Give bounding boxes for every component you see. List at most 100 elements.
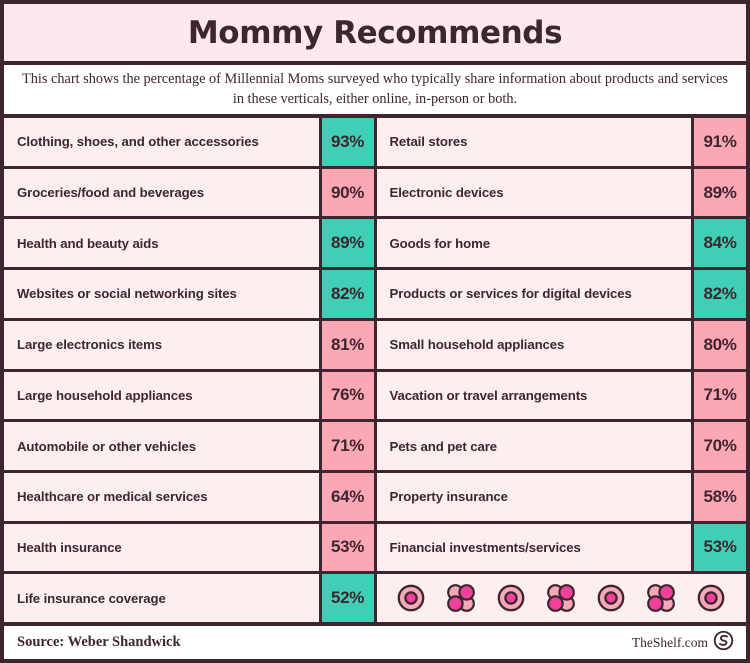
- vertical-label-cell: Life insurance coverage: [4, 574, 319, 623]
- vertical-label-cell: Pets and pet care: [376, 422, 691, 470]
- vertical-label: Products or services for digital devices: [389, 286, 632, 302]
- percentage-badge: 89%: [694, 168, 746, 217]
- vertical-label: Automobile or other vehicles: [17, 438, 196, 454]
- page-title: Mommy Recommends: [187, 14, 563, 51]
- brand-label: TheShelf.com: [631, 634, 708, 650]
- vertical-label: Groceries/food and beverages: [17, 185, 205, 201]
- vertical-label: Large electronics items: [17, 337, 163, 353]
- percentage-value: 53%: [330, 537, 365, 557]
- vertical-label-cell: Automobile or other vehicles: [4, 422, 319, 470]
- flower-icon: [646, 583, 676, 613]
- data-grid: Clothing, shoes, and other accessories 93…: [4, 118, 746, 623]
- vertical-label: Clothing, shoes, and other accessories: [17, 134, 259, 150]
- vertical-label: Websites or social networking sites: [17, 286, 237, 302]
- grid-half-right: [376, 574, 746, 623]
- grid-half-right: Property insurance 58%: [376, 472, 746, 521]
- circle-icon: [396, 583, 426, 613]
- grid-half-left: Clothing, shoes, and other accessories 93…: [4, 118, 374, 166]
- flower-icon: [446, 583, 476, 613]
- percentage-badge: 52%: [321, 574, 374, 623]
- table-row: Large electronics items 81% Small househol…: [4, 320, 746, 369]
- grid-half-right: Small household appliances 80%: [376, 320, 746, 369]
- percentage-value: 90%: [330, 182, 365, 202]
- percentage-badge: 82%: [694, 270, 746, 318]
- vertical-label-cell: Large household appliances: [4, 371, 319, 420]
- vertical-label: Life insurance coverage: [17, 590, 166, 606]
- percentage-badge: 89%: [321, 219, 374, 268]
- vertical-label-cell: Health insurance: [4, 523, 319, 572]
- grid-half-left: Large electronics items 81%: [4, 320, 374, 369]
- percentage-badge: 70%: [694, 422, 746, 470]
- percentage-badge: 58%: [694, 472, 746, 521]
- vertical-label: Health and beauty aids: [17, 235, 159, 251]
- vertical-label-cell: Clothing, shoes, and other accessories: [4, 118, 319, 166]
- table-row: Websites or social networking sites 82% Pr…: [4, 270, 746, 318]
- vertical-label-cell: Retail stores: [376, 118, 691, 166]
- vertical-label-cell: Groceries/food and beverages: [4, 168, 319, 217]
- table-row: Health and beauty aids 89% Goods for home 8…: [4, 219, 746, 268]
- vertical-label-cell: Goods for home: [376, 219, 691, 268]
- grid-half-right: Vacation or travel arrangements 71%: [376, 371, 746, 420]
- percentage-value: 93%: [330, 131, 365, 151]
- vertical-label-cell: Small household appliances: [376, 320, 691, 369]
- source-label: Source: Weber Shandwick: [17, 634, 181, 650]
- table-row: Large household appliances 76% Vacation or…: [4, 371, 746, 420]
- percentage-badge: 71%: [321, 422, 374, 470]
- vertical-label-cell: Large electronics items: [4, 320, 319, 369]
- percentage-badge: 71%: [694, 371, 746, 420]
- grid-half-left: Health insurance 53%: [4, 523, 374, 572]
- table-row: Clothing, shoes, and other accessories 93…: [4, 118, 746, 166]
- percentage-value: 70%: [703, 436, 737, 456]
- circle-icon: [496, 583, 526, 613]
- vertical-label: Electronic devices: [389, 185, 504, 201]
- table-row: Health insurance 53% Financial investments…: [4, 523, 746, 572]
- grid-half-left: Automobile or other vehicles 71%: [4, 422, 374, 470]
- percentage-badge: 76%: [321, 371, 374, 420]
- percentage-badge: 53%: [321, 523, 374, 572]
- percentage-value: 89%: [330, 233, 365, 253]
- vertical-label: Vacation or travel arrangements: [389, 387, 588, 403]
- shelf-s-logo-icon: [713, 630, 734, 656]
- percentage-badge: 90%: [321, 168, 374, 217]
- grid-half-right: Retail stores 91%: [376, 118, 746, 166]
- vertical-label: Healthcare or medical services: [17, 489, 208, 505]
- vertical-label-cell: Websites or social networking sites: [4, 270, 319, 318]
- circle-icon: [596, 583, 626, 613]
- percentage-badge: 64%: [321, 472, 374, 521]
- table-row: Healthcare or medical services 64% Propert…: [4, 472, 746, 521]
- percentage-badge: 84%: [694, 219, 746, 268]
- percentage-value: 76%: [330, 385, 365, 405]
- vertical-label: Financial investments/services: [389, 539, 581, 555]
- subtitle-text: This chart shows the percentage of Mille…: [22, 71, 728, 107]
- vertical-label: Retail stores: [389, 134, 468, 150]
- percentage-badge: 53%: [694, 523, 746, 572]
- vertical-label: Goods for home: [389, 235, 491, 251]
- percentage-value: 82%: [703, 283, 737, 303]
- vertical-label: Pets and pet care: [389, 438, 498, 454]
- vertical-label-cell: Electronic devices: [376, 168, 691, 217]
- percentage-value: 71%: [703, 385, 737, 405]
- flower-icon: [546, 583, 576, 613]
- percentage-badge: 81%: [321, 320, 374, 369]
- grid-half-left: Groceries/food and beverages 90%: [4, 168, 374, 217]
- grid-half-right: Goods for home 84%: [376, 219, 746, 268]
- brand: TheShelf.com: [632, 630, 734, 656]
- grid-half-left: Websites or social networking sites 82%: [4, 270, 374, 318]
- footer: Source: Weber Shandwick TheShelf.com: [4, 622, 746, 659]
- grid-half-left: Healthcare or medical services 64%: [4, 472, 374, 521]
- vertical-label: Large household appliances: [17, 387, 193, 403]
- percentage-value: 89%: [703, 182, 737, 202]
- percentage-value: 81%: [330, 334, 365, 354]
- percentage-badge: 82%: [321, 270, 374, 318]
- grid-half-right: Products or services for digital devices…: [376, 270, 746, 318]
- vertical-label-cell: Health and beauty aids: [4, 219, 319, 268]
- percentage-value: 84%: [703, 233, 737, 253]
- vertical-label: Small household appliances: [389, 337, 565, 353]
- percentage-value: 52%: [330, 588, 365, 608]
- grid-half-left: Life insurance coverage 52%: [4, 574, 374, 623]
- grid-half-right: Pets and pet care 70%: [376, 422, 746, 470]
- percentage-value: 58%: [703, 486, 737, 506]
- grid-half-right: Financial investments/services 53%: [376, 523, 746, 572]
- subtitle-band: This chart shows the percentage of Mille…: [4, 65, 746, 118]
- vertical-label-cell: Products or services for digital devices: [376, 270, 691, 318]
